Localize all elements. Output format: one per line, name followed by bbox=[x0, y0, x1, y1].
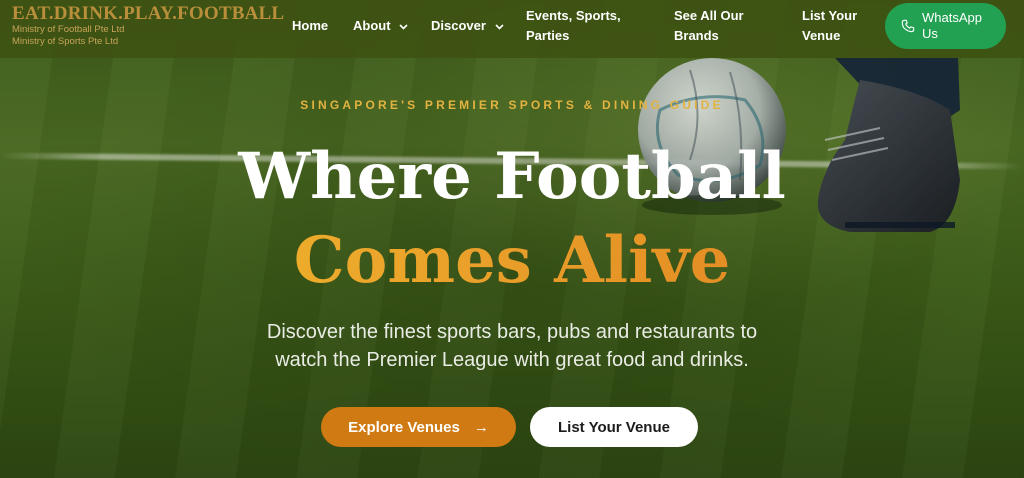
nav-events[interactable]: Events, Sports, Parties bbox=[526, 6, 621, 46]
chevron-down-icon bbox=[399, 23, 408, 30]
nav-brands-label-1: See All Our bbox=[674, 8, 744, 23]
nav-brands-label-2: Brands bbox=[674, 28, 719, 43]
brand-subtitle-1: Ministry of Football Pte Ltd bbox=[12, 24, 125, 35]
nav-events-label-1: Events, Sports, bbox=[526, 8, 621, 23]
hero-description-line-2: watch the Premier League with great food… bbox=[275, 349, 749, 371]
hero-headline-line-2: Comes Alive bbox=[0, 225, 1024, 297]
brand-title: EAT.DRINK.PLAY.FOOTBALL bbox=[12, 3, 285, 24]
chevron-down-icon bbox=[494, 23, 504, 30]
hero-headline-line-1: Where Football bbox=[238, 139, 786, 214]
site-header: EAT.DRINK.PLAY.FOOTBALL Ministry of Foot… bbox=[0, 0, 1024, 58]
hero-eyebrow: SINGAPORE'S PREMIER SPORTS & DINING GUID… bbox=[300, 98, 724, 112]
whatsapp-label-1: WhatsApp bbox=[922, 10, 982, 25]
nav-discover[interactable]: Discover bbox=[431, 16, 504, 36]
list-your-venue-button[interactable]: List Your Venue bbox=[530, 407, 698, 447]
nav-brands[interactable]: See All Our Brands bbox=[674, 6, 744, 46]
phone-icon bbox=[901, 19, 915, 33]
explore-venues-label: Explore Venues bbox=[348, 418, 460, 436]
nav-list-venue-label-1: List Your bbox=[802, 8, 858, 23]
brand-logo[interactable]: EAT.DRINK.PLAY.FOOTBALL Ministry of Foot… bbox=[12, 4, 284, 48]
whatsapp-button[interactable]: WhatsApp Us bbox=[885, 3, 1006, 49]
list-your-venue-label: List Your Venue bbox=[558, 418, 670, 436]
nav-about-label: About bbox=[353, 18, 391, 33]
nav-home-label: Home bbox=[292, 18, 329, 33]
brand-subtitle-2: Ministry of Sports Pte Ltd bbox=[12, 36, 119, 47]
whatsapp-label-2: Us bbox=[922, 26, 938, 41]
hero-description-line-1: Discover the finest sports bars, pubs an… bbox=[266, 321, 758, 343]
nav-home[interactable]: Home bbox=[292, 16, 328, 36]
nav-discover-label: Discover bbox=[431, 18, 486, 33]
nav-about[interactable]: About bbox=[353, 16, 408, 36]
nav-list-venue[interactable]: List Your Venue bbox=[802, 6, 857, 46]
explore-venues-button[interactable]: Explore Venues → bbox=[321, 407, 516, 447]
nav-list-venue-label-2: Venue bbox=[802, 28, 841, 43]
nav-events-label-2: Parties bbox=[526, 28, 570, 43]
arrow-right-icon: → bbox=[473, 418, 489, 436]
hero-description: Discover the finest sports bars, pubs an… bbox=[0, 318, 1024, 374]
